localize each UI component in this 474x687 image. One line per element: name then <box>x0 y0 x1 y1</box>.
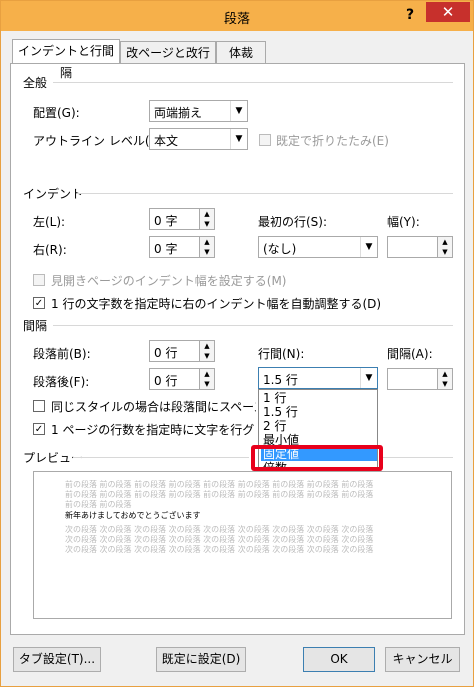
first-line-value: (なし) <box>263 242 297 256</box>
divider <box>383 457 453 458</box>
first-line-select[interactable]: (なし) ▼ <box>258 236 378 258</box>
space-after-spinner[interactable]: 0 行 ▲ ▼ <box>149 368 215 390</box>
line-spacing-option[interactable]: 1 行 <box>261 391 377 405</box>
no-space-same-style-label: 同じスタイルの場合は段落間にスペースを追 <box>51 400 256 414</box>
space-before-spinner[interactable]: 0 行 ▲ ▼ <box>149 340 215 362</box>
mirror-indents-label: 見開きページのインデント幅を設定する(M) <box>51 274 287 288</box>
preview-prev-line: 前の段落 前の段落 <box>65 500 132 509</box>
auto-adjust-checkbox[interactable]: ✓ <box>33 297 45 309</box>
space-before-value: 0 行 <box>154 346 178 360</box>
chevron-down-icon: ▼ <box>360 237 377 257</box>
collapsed-checkbox[interactable] <box>259 134 271 146</box>
line-spacing-option[interactable]: 2 行 <box>261 419 377 433</box>
spacing-heading: 間隔 <box>23 319 48 333</box>
general-heading: 全般 <box>23 76 48 90</box>
alignment-value: 両端揃え <box>154 106 203 120</box>
snap-to-grid-checkbox[interactable]: ✓ <box>33 423 45 435</box>
preview-next-line: 次の段落 次の段落 次の段落 次の段落 次の段落 次の段落 次の段落 次の段落 … <box>65 545 374 554</box>
space-after-value: 0 行 <box>154 374 178 388</box>
highlight-annotation <box>251 445 383 471</box>
title-bar[interactable]: 段落 ? ✕ <box>1 1 473 31</box>
spacing-at-label: 間隔(A): <box>387 347 433 361</box>
before-label: 段落前(B): <box>33 347 91 361</box>
line-spacing-option[interactable]: 1.5 行 <box>261 405 377 419</box>
divider <box>73 457 249 458</box>
tab-page-break[interactable]: 改ページと改行 <box>120 41 216 63</box>
chevron-down-icon: ▼ <box>230 129 247 149</box>
chevron-down-icon: ▼ <box>230 101 247 121</box>
indent-width-label: 幅(Y): <box>387 215 420 229</box>
mirror-indents-checkbox[interactable] <box>33 274 45 286</box>
line-spacing-select[interactable]: 1.5 行 ▼ <box>258 367 378 389</box>
line-spacing-value: 1.5 行 <box>263 373 298 387</box>
close-button[interactable]: ✕ <box>426 2 470 22</box>
snap-to-grid-label: 1 ページの行数を指定時に文字を行グリッド <box>51 423 256 437</box>
alignment-label: 配置(G): <box>33 106 80 120</box>
paragraph-dialog: 段落 ? ✕ インデントと行間隔 改ページと改行 体裁 全般 配置(G): 両端… <box>0 0 474 687</box>
divider <box>77 193 453 194</box>
collapsed-label: 既定で折りたたみ(E) <box>276 134 389 148</box>
auto-adjust-label: 1 行の文字数を指定時に右のインデント幅を自動調整する(D) <box>51 297 382 311</box>
indent-heading: インデント <box>23 187 84 201</box>
spin-down-icon[interactable]: ▼ <box>437 379 452 389</box>
cancel-button[interactable]: キャンセル <box>385 647 460 672</box>
outline-level-label: アウトライン レベル(O): <box>33 134 168 148</box>
spin-down-icon[interactable]: ▼ <box>199 351 214 361</box>
first-line-label: 最初の行(S): <box>258 215 328 229</box>
indent-width-spinner[interactable]: ▲ ▼ <box>387 236 453 258</box>
tabs-button[interactable]: タブ設定(T)... <box>13 647 101 672</box>
tab-indent-spacing[interactable]: インデントと行間隔 <box>12 39 120 80</box>
no-space-same-style-checkbox[interactable] <box>33 400 45 412</box>
spin-down-icon[interactable]: ▼ <box>199 247 214 257</box>
spin-down-icon[interactable]: ▼ <box>199 379 214 389</box>
spin-down-icon[interactable]: ▼ <box>199 219 214 229</box>
preview-sample-text: 新年あけましておめでとうございます <box>65 511 201 520</box>
ok-button[interactable]: OK <box>303 647 375 672</box>
line-spacing-label: 行間(N): <box>258 347 305 361</box>
help-button[interactable]: ? <box>399 4 421 26</box>
divider <box>53 325 453 326</box>
after-label: 段落後(F): <box>33 375 90 389</box>
outline-level-value: 本文 <box>154 134 179 148</box>
alignment-select[interactable]: 両端揃え ▼ <box>149 100 248 122</box>
spin-down-icon[interactable]: ▼ <box>437 247 452 257</box>
right-indent-label: 右(R): <box>33 243 67 257</box>
outline-level-select[interactable]: 本文 ▼ <box>149 128 248 150</box>
tab-layout[interactable]: 体裁 <box>216 41 266 63</box>
left-indent-value: 0 字 <box>154 214 178 228</box>
spacing-at-spinner[interactable]: ▲ ▼ <box>387 368 453 390</box>
divider <box>53 82 453 83</box>
set-default-button[interactable]: 既定に設定(D) <box>156 647 246 672</box>
left-indent-spinner[interactable]: 0 字 ▲ ▼ <box>149 208 215 230</box>
right-indent-value: 0 字 <box>154 242 178 256</box>
left-indent-label: 左(L): <box>33 215 66 229</box>
right-indent-spinner[interactable]: 0 字 ▲ ▼ <box>149 236 215 258</box>
chevron-down-icon: ▼ <box>360 368 377 388</box>
